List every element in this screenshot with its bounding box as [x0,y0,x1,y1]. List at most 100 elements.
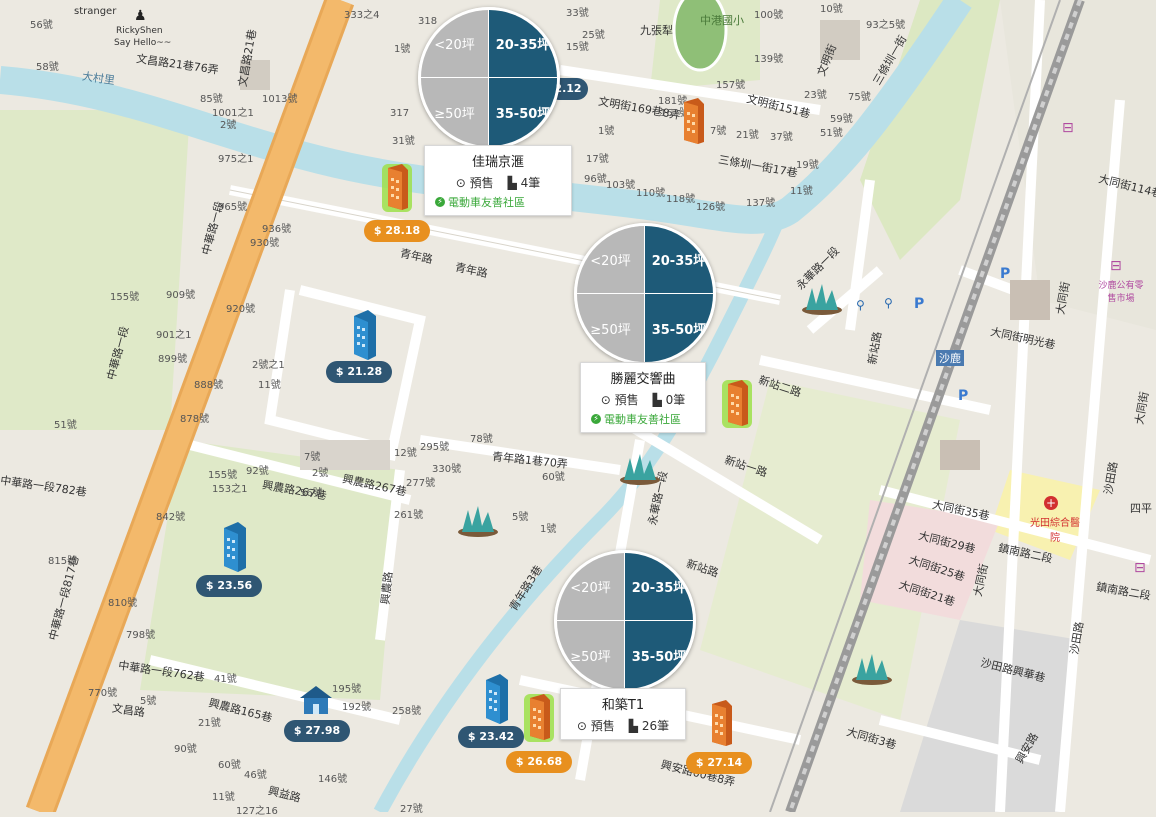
place-label: 九張犁 [640,24,673,37]
building-blue-icon[interactable] [218,522,248,572]
market-icon[interactable]: ⊟ [1110,258,1122,274]
address-number: 815號 [48,556,78,567]
address-number: 153之1 [212,484,248,495]
address-number: 261號 [394,510,424,521]
price-badge[interactable]: $ 26.68 [506,751,572,773]
unit-count: ▙ 26筆 [628,719,670,733]
building-orange-icon[interactable] [676,96,710,148]
address-number: 85號 [200,94,223,105]
building-count-icon: ▙ [652,393,662,407]
user-label: stranger [74,6,117,17]
address-number: 90號 [174,744,197,755]
address-number: 899號 [158,354,188,365]
address-number: 2號之1 [252,360,285,371]
shopping-cart-icon[interactable]: ⊟ [1062,120,1074,136]
size-20-35-segment[interactable]: 20-35坪 [625,553,693,621]
address-number: 195號 [332,684,362,695]
address-number: 277號 [406,478,436,489]
sale-status: ⊙ 預售 [576,719,615,733]
price-badge[interactable]: $ 28.18 [364,220,430,242]
size-over-50-segment[interactable]: ≥50坪 [421,78,489,146]
address-number: 901之1 [156,330,192,341]
parking-icon[interactable]: P [914,296,924,312]
size-35-50-segment[interactable]: 35-50坪 [625,621,693,689]
price-badge[interactable]: $ 21.28 [326,361,392,383]
address-number: 37號 [770,132,793,143]
price-badge[interactable]: $ 23.56 [196,575,262,597]
grass-icon [620,454,660,485]
size-20-35-segment[interactable]: 20-35坪 [645,226,713,294]
place-label: 光田綜合醫院 [1030,518,1080,544]
address-number: 1號 [598,126,615,137]
address-number: 56號 [300,488,323,499]
address-number: 27號 [400,804,423,815]
address-number: 11號 [258,380,281,391]
parking-icon[interactable]: P [1000,266,1010,282]
grass-icon [458,506,498,537]
address-number: 798號 [126,630,156,641]
building-orange-icon[interactable] [704,698,738,750]
address-number: 92號 [246,466,269,477]
size-35-50-segment[interactable]: 35-50坪 [645,294,713,362]
price-badge[interactable]: $ 27.98 [284,720,350,742]
parking-icon[interactable]: P [958,388,968,404]
shopping-cart-icon[interactable]: ⊟ [1134,560,1146,576]
address-number: 60號 [542,472,565,483]
size-filter-wheel[interactable]: <20坪 20-35坪 ≥50坪 35-50坪 [554,550,696,692]
size-over-50-segment[interactable]: ≥50坪 [577,294,645,362]
price-badge[interactable]: $ 23.42 [458,726,524,748]
size-filter-wheel[interactable]: <20坪 20-35坪 ≥50坪 35-50坪 [574,223,716,365]
clock-icon: ⊙ [576,719,587,733]
address-number: 126號 [696,202,726,213]
address-number: 103號 [606,180,636,191]
street-label: 興農路 [378,570,396,606]
building-orange-icon[interactable] [380,162,414,214]
building-orange-icon[interactable] [720,378,754,430]
bicycle-icon[interactable]: ⚲ [856,298,865,312]
bicycle-icon[interactable]: ⚲ [884,296,893,310]
address-number: 17號 [586,154,609,165]
address-number: 2號 [312,468,329,479]
address-number: 157號 [716,80,746,91]
project-card[interactable]: 佳瑞京滙 ⊙ 預售 ▙ 4筆 ⚡ 電動車友善社區 [424,145,572,216]
address-number: 21號 [198,718,221,729]
size-under-20-segment[interactable]: <20坪 [577,226,645,294]
address-number: 75號 [848,92,871,103]
project-card[interactable]: 勝麗交響曲 ⊙ 預售 ▙ 0筆 ⚡ 電動車友善社區 [580,362,706,433]
size-over-50-segment[interactable]: ≥50坪 [557,621,625,689]
sale-status: ⊙ 預售 [455,176,494,190]
grass-icon [852,654,892,685]
address-number: 5號 [512,512,529,523]
house-icon[interactable] [298,684,334,716]
building-blue-icon[interactable] [480,674,510,724]
station-label: 沙鹿 [936,350,964,366]
address-number: 192號 [342,702,372,713]
address-number: 46號 [244,770,267,781]
address-number: 100號 [754,10,784,21]
size-35-50-segment[interactable]: 35-50坪 [489,78,557,146]
address-number: 139號 [754,54,784,65]
hospital-icon[interactable]: + [1044,496,1058,510]
address-number: 31號 [392,136,415,147]
building-footprint [940,440,980,470]
address-number: 317 [390,108,410,119]
size-under-20-segment[interactable]: <20坪 [421,10,489,78]
building-orange-icon[interactable] [522,692,556,744]
sale-status: ⊙ 預售 [600,393,639,407]
address-number: 19號 [796,160,819,171]
size-under-20-segment[interactable]: <20坪 [557,553,625,621]
building-footprint [1010,280,1050,320]
address-number: 878號 [180,414,210,425]
size-filter-wheel[interactable]: <20坪 20-35坪 ≥50坪 35-50坪 [418,7,560,149]
address-number: 137號 [746,198,776,209]
price-badge[interactable]: $ 27.14 [686,752,752,774]
address-number: 96號 [584,174,607,185]
address-number: 930號 [250,238,280,249]
address-number: 11號 [212,792,235,803]
user-location-icon[interactable]: ♟ [134,8,147,24]
project-card[interactable]: 和築T1 ⊙ 預售 ▙ 26筆 [560,688,686,740]
address-number: 21號 [736,130,759,141]
address-number: 155號 [208,470,238,481]
building-blue-icon[interactable] [348,310,378,360]
size-20-35-segment[interactable]: 20-35坪 [489,10,557,78]
